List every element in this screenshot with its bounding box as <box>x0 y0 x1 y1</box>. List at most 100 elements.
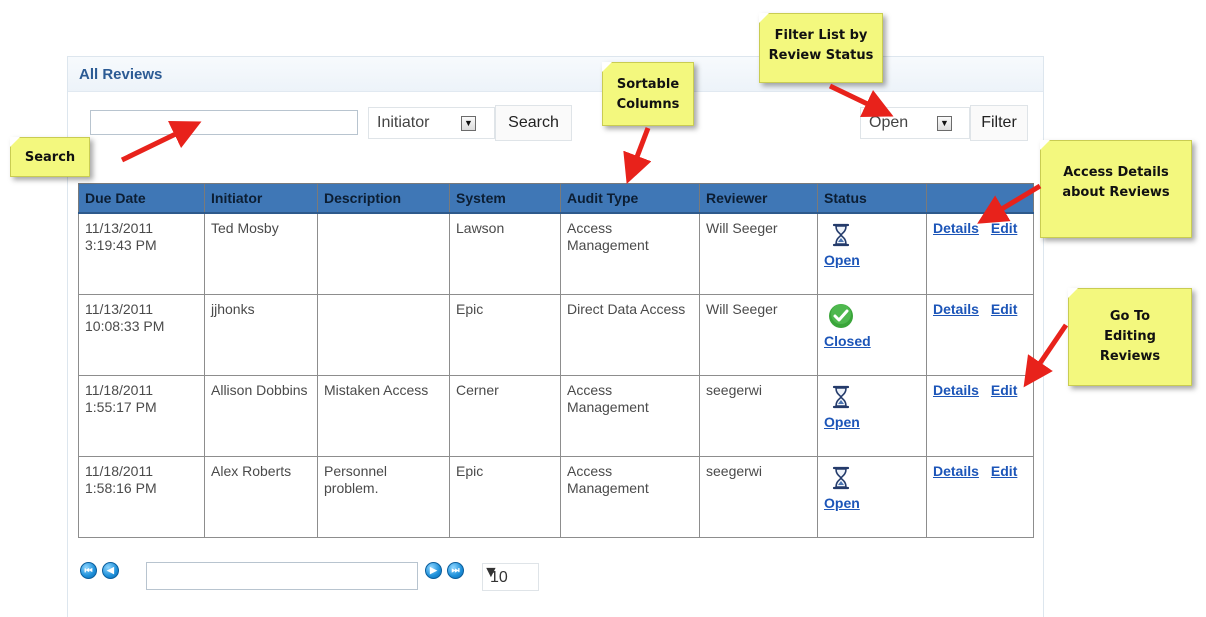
cell-description <box>317 293 450 376</box>
cell-due-date: 11/18/2011 1:58:16 PM <box>78 455 205 538</box>
page-size-value: 10 <box>490 569 508 586</box>
note-line: Access Details <box>1063 165 1169 180</box>
cell-system: Epic <box>449 455 561 538</box>
cell-audit-type: Access Management <box>560 374 700 457</box>
details-link[interactable]: Details <box>933 220 979 236</box>
note-line: Reviews <box>1099 349 1161 364</box>
due-date: 11/18/2011 <box>85 381 153 398</box>
hourglass-icon <box>828 222 854 248</box>
cell-actions: Details Edit <box>926 374 1034 457</box>
last-page-icon[interactable]: ⏭ <box>447 562 464 579</box>
page-input[interactable] <box>146 562 418 590</box>
edit-link[interactable]: Edit <box>991 382 1017 398</box>
cell-status: Open <box>817 212 927 295</box>
hourglass-icon <box>828 465 854 491</box>
column-header-audit-type[interactable]: Audit Type <box>560 183 700 214</box>
cell-audit-type: Access Management <box>560 455 700 538</box>
column-header-reviewer[interactable]: Reviewer <box>699 183 818 214</box>
due-date: 11/13/2011 <box>85 300 153 317</box>
previous-page-icon[interactable]: ◀ <box>102 562 119 579</box>
note-line: Editing <box>1104 329 1156 344</box>
cell-actions: Details Edit <box>926 212 1034 295</box>
table-row: 11/18/2011 1:58:16 PM Alex Roberts Personne… <box>78 455 1034 538</box>
cell-system: Lawson <box>449 212 561 295</box>
note-line: Columns <box>616 97 680 112</box>
search-button[interactable]: Search <box>495 105 572 141</box>
status-link[interactable]: Open <box>824 252 860 268</box>
table-header-row: Due Date Initiator Description System Au… <box>78 183 1034 214</box>
column-header-actions <box>926 183 1034 214</box>
cell-description: Personnel problem. <box>317 455 450 538</box>
cell-due-date: 11/18/2011 1:55:17 PM <box>78 374 205 457</box>
checkmark-icon <box>828 303 854 329</box>
table-row: 11/18/2011 1:55:17 PM Allison Dobbins Mista… <box>78 374 1034 457</box>
due-time: 3:19:43 PM <box>85 237 157 253</box>
edit-link[interactable]: Edit <box>991 220 1017 236</box>
column-header-initiator[interactable]: Initiator <box>204 183 318 214</box>
edit-link[interactable]: Edit <box>991 463 1017 479</box>
hourglass-icon <box>828 384 854 410</box>
cell-reviewer: seegerwi <box>699 374 818 457</box>
table-row: 11/13/2011 3:19:43 PM Ted Mosby Lawson Acces… <box>78 212 1034 295</box>
note-editing: Go To Editing Reviews <box>1068 288 1192 386</box>
due-date: 11/13/2011 <box>85 220 153 236</box>
cell-description <box>317 212 450 295</box>
note-line: Review Status <box>768 48 874 63</box>
status-filter-value: Open <box>869 114 909 131</box>
status-link[interactable]: Open <box>824 495 860 511</box>
cell-initiator: jjhonks <box>204 293 318 376</box>
note-line: about Reviews <box>1062 185 1170 200</box>
search-input[interactable] <box>90 110 358 135</box>
cell-description: Mistaken Access <box>317 374 450 457</box>
cell-audit-type: Access Management <box>560 212 700 295</box>
panel-header: All Reviews <box>68 57 1043 92</box>
cell-system: Cerner <box>449 374 561 457</box>
first-page-icon[interactable]: ⏮ <box>80 562 97 579</box>
column-header-description[interactable]: Description <box>317 183 450 214</box>
due-time: 1:55:17 PM <box>85 398 157 415</box>
cell-audit-type: Direct Data Access <box>560 293 700 376</box>
filter-button[interactable]: Filter <box>970 105 1028 141</box>
status-filter-select[interactable]: Open ▼ <box>860 107 970 139</box>
reviews-panel: All Reviews Initiator ▼ Search Open ▼ Fi… <box>67 56 1044 617</box>
cell-system: Epic <box>449 293 561 376</box>
panel-title: All Reviews <box>79 66 163 83</box>
column-header-system[interactable]: System <box>449 183 561 214</box>
chevron-down-icon[interactable]: ▼ <box>461 116 476 131</box>
cell-status: Closed <box>817 293 927 376</box>
pager: ⏮ ◀ ▶ ⏭ 10 ▼ <box>80 562 550 592</box>
cell-initiator: Alex Roberts <box>204 455 318 538</box>
column-header-status[interactable]: Status <box>817 183 927 214</box>
cell-status: Open <box>817 374 927 457</box>
cell-due-date: 11/13/2011 3:19:43 PM <box>78 212 205 295</box>
search-field-select[interactable]: Initiator ▼ <box>368 107 495 139</box>
note-filter: Filter List by Review Status <box>759 13 883 83</box>
cell-due-date: 11/13/2011 10:08:33 PM <box>78 293 205 376</box>
note-sortable-columns: Sortable Columns <box>602 62 694 126</box>
note-search: Search <box>10 137 90 177</box>
details-link[interactable]: Details <box>933 463 979 479</box>
details-link[interactable]: Details <box>933 382 979 398</box>
cell-status: Open <box>817 455 927 538</box>
page-size-select[interactable]: 10 ▼ <box>482 563 539 591</box>
note-line: Filter List by <box>774 28 868 43</box>
due-time: 1:58:16 PM <box>85 479 157 496</box>
search-field-value: Initiator <box>377 114 430 131</box>
table-row: 11/13/2011 10:08:33 PM jjhonks Epic Direct D… <box>78 293 1034 376</box>
edit-link[interactable]: Edit <box>991 301 1017 317</box>
reviews-table: Due Date Initiator Description System Au… <box>78 183 1034 538</box>
cell-actions: Details Edit <box>926 293 1034 376</box>
due-date: 11/18/2011 <box>85 462 153 479</box>
next-page-icon[interactable]: ▶ <box>425 562 442 579</box>
note-line: Go To <box>1109 309 1151 324</box>
status-link[interactable]: Open <box>824 414 860 430</box>
note-search-text: Search <box>24 150 76 165</box>
due-time: 10:08:33 PM <box>85 317 165 334</box>
column-header-due-date[interactable]: Due Date <box>78 183 205 214</box>
cell-reviewer: seegerwi <box>699 455 818 538</box>
status-link[interactable]: Closed <box>824 333 871 349</box>
details-link[interactable]: Details <box>933 301 979 317</box>
note-line: Sortable <box>616 77 680 92</box>
cell-initiator: Allison Dobbins <box>204 374 318 457</box>
chevron-down-icon[interactable]: ▼ <box>937 116 952 131</box>
